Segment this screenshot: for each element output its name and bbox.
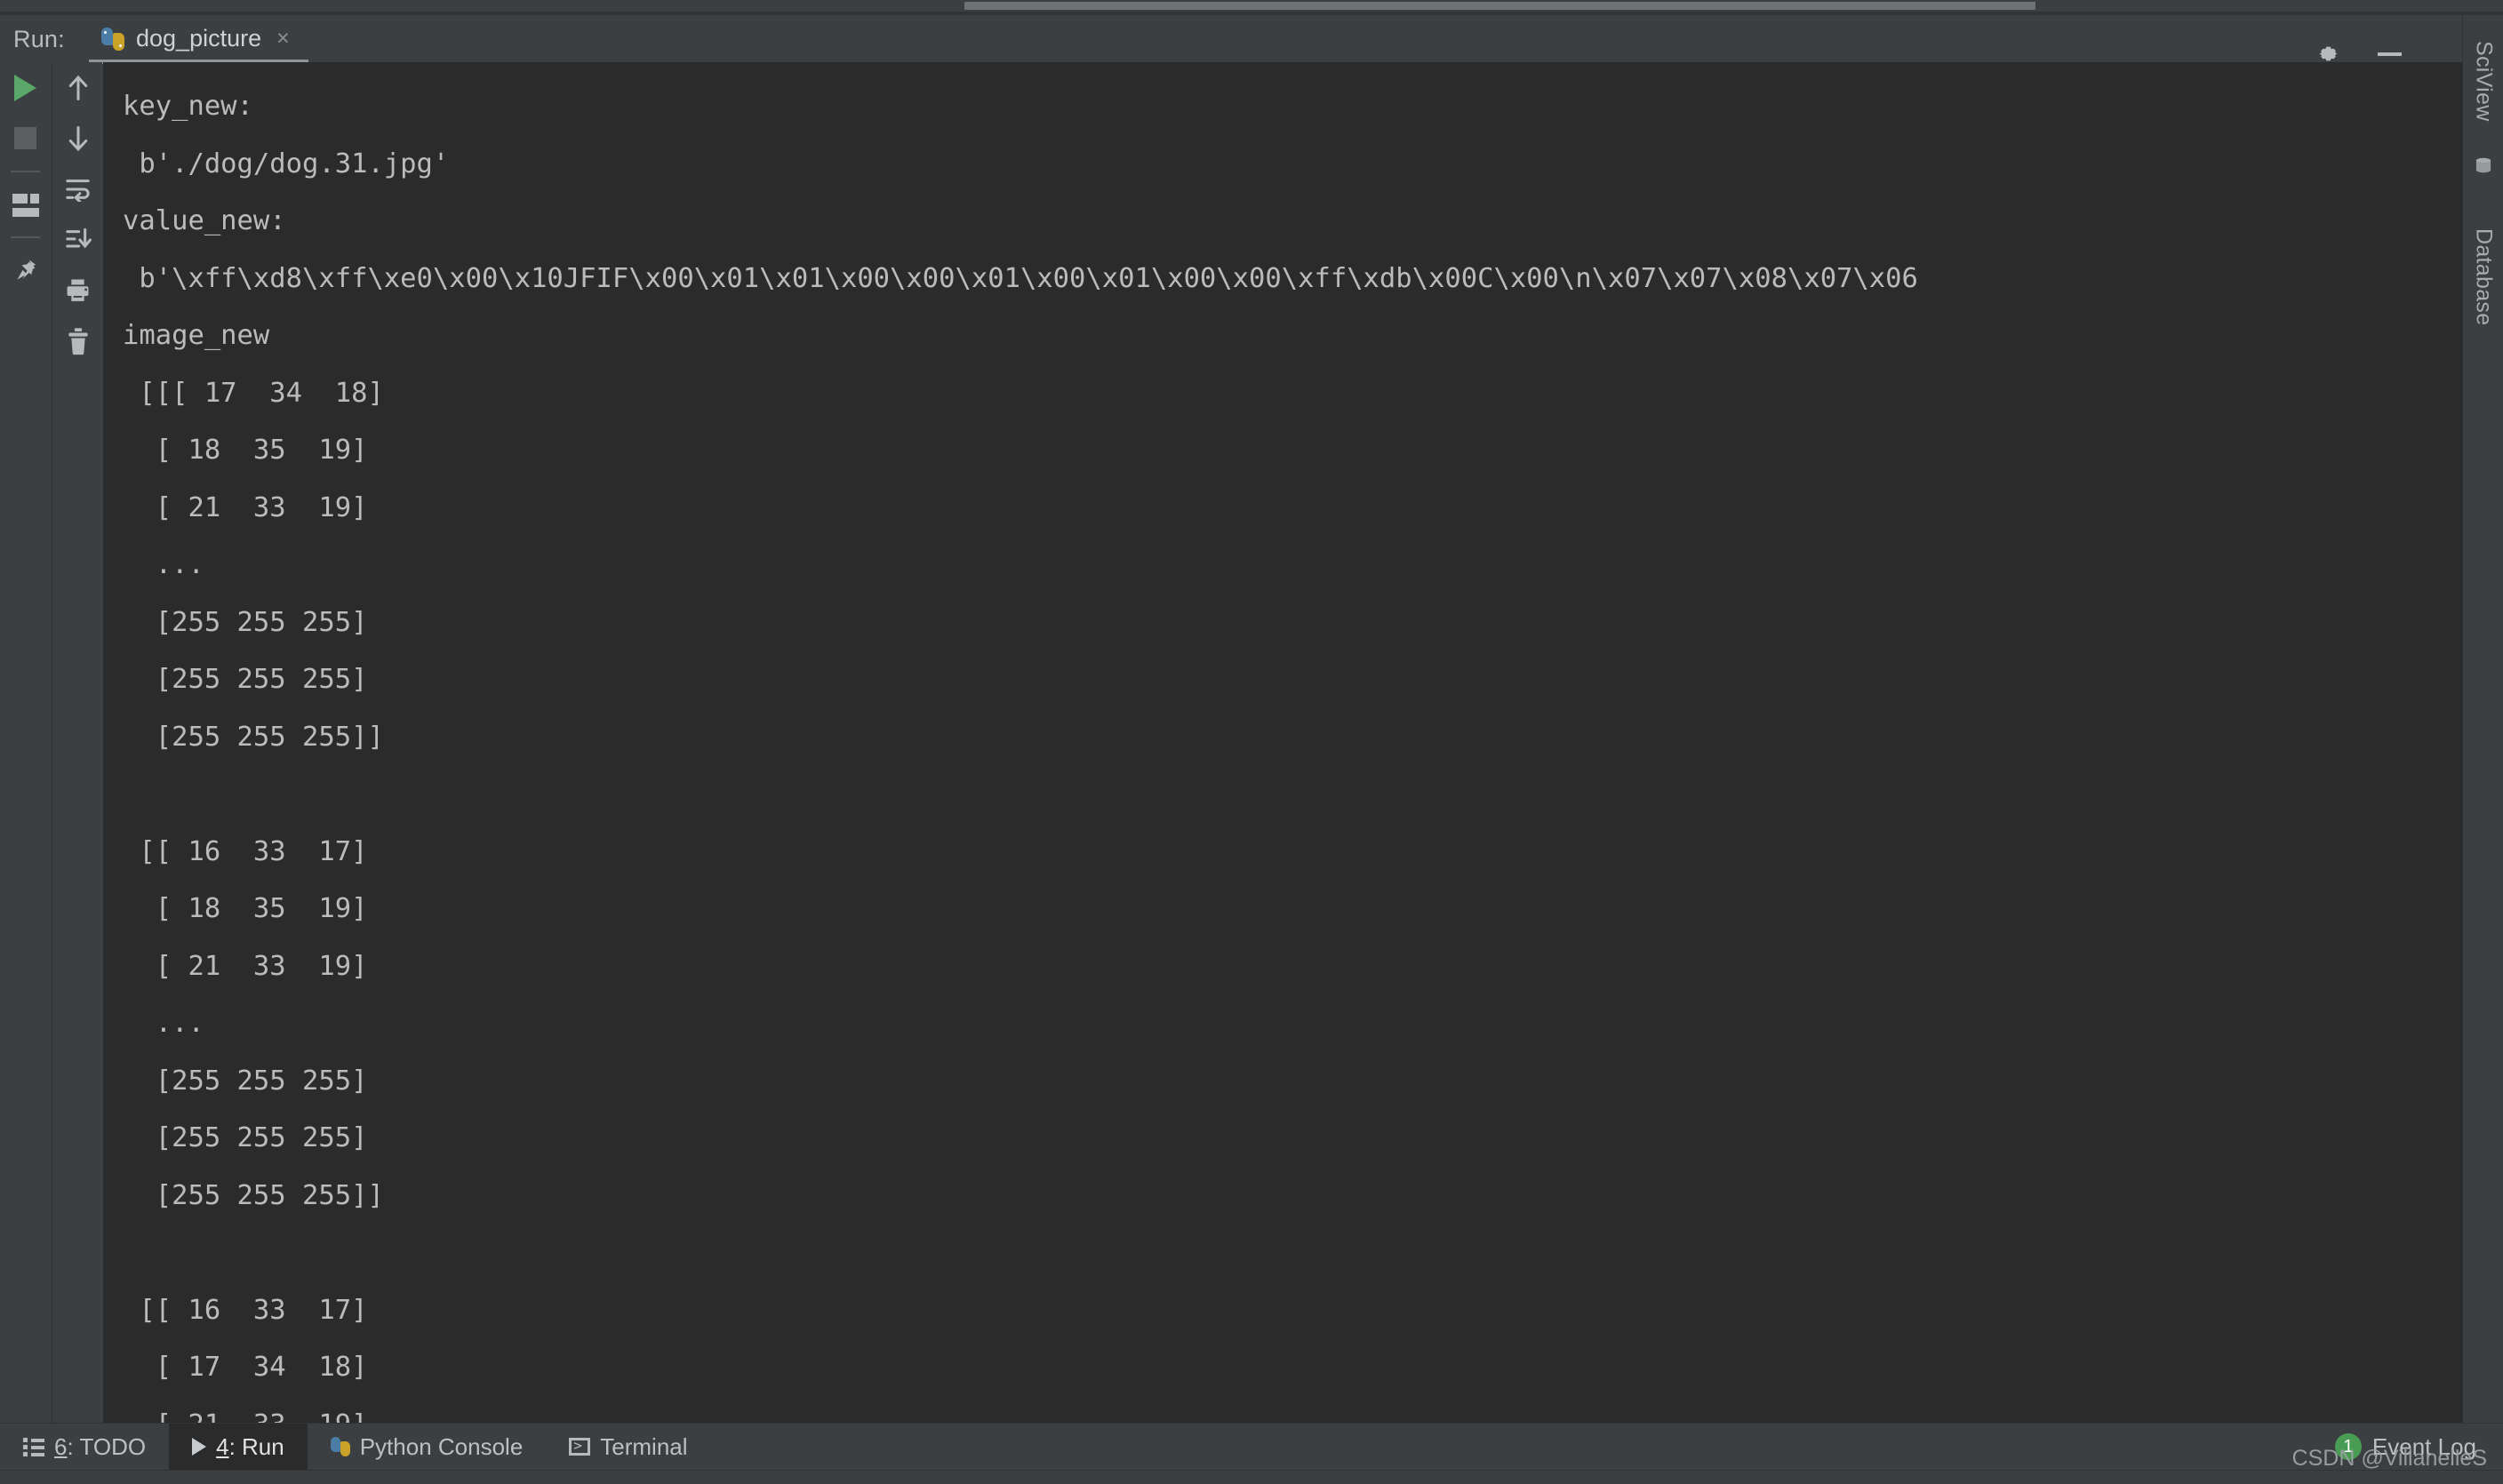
trash-icon [67,327,90,355]
status-item-run[interactable]: 4: Run [169,1423,308,1471]
arrow-down-icon [65,124,92,154]
soft-wrap-button[interactable] [52,164,103,214]
status-item-python-console[interactable]: Python Console [308,1424,547,1471]
scroll-to-end-icon [64,227,92,252]
console-line: [ 21 33 19] [123,491,368,523]
horizontal-scrollbar-thumb[interactable] [964,2,2035,10]
todo-list-icon [23,1438,44,1456]
print-icon [64,277,92,304]
stop-button[interactable] [0,113,51,164]
status-item-todo[interactable]: 6: TODO [0,1424,169,1471]
console-line: [255 255 255] [123,606,368,638]
console-lines: key_new: b'./dog/dog.31.jpg' value_new: b… [123,78,2462,1423]
console-line: key_new: [123,91,253,122]
run-console-output[interactable]: key_new: b'./dog/dog.31.jpg' value_new: b… [103,62,2462,1423]
console-line: [ 21 33 19] [123,950,368,982]
soft-wrap-icon [64,177,92,203]
console-line: [ 18 35 19] [123,435,368,466]
console-line: ... [123,1008,204,1039]
pycharm-run-window: Run: dog_picture × SciView Database key_… [0,0,2503,1484]
pin-icon [12,258,39,284]
layout-button[interactable] [0,180,51,230]
console-line: [ 17 34 18] [123,1352,368,1383]
scroll-to-end-button[interactable] [52,214,103,265]
console-line: [[ 16 33 17] [123,1294,368,1326]
console-line: [ 18 35 19] [123,893,368,924]
right-tool-strip: SciView Database [2462,15,2503,1423]
console-line: [255 255 255] [123,1122,368,1153]
console-line: [[ 16 33 17] [123,835,368,867]
status-item-terminal[interactable]: Terminal [546,1424,710,1471]
run-tab-label: dog_picture [136,25,262,52]
status-item-todo-label: 6: TODO [54,1432,147,1460]
top-scrollbar-strip [0,0,2503,12]
horizontal-scrollbar-track[interactable] [0,0,2462,12]
status-bar-right: 1 Event Log [2334,1433,2503,1461]
status-item-run-label: 4: Run [216,1432,284,1460]
minimize-icon[interactable] [2378,52,2402,56]
run-toolbar-secondary [52,62,102,1423]
tool-tab-database[interactable]: Database [2463,180,2503,375]
console-line: b'\xff\xd8\xff\xe0\x00\x10JFIF\x00\x01\x… [123,262,1918,294]
clear-all-button[interactable] [52,315,103,366]
console-line: [255 255 255] [123,1065,368,1097]
tool-tab-sciview[interactable]: SciView [2463,10,2503,152]
arrow-up-icon [65,73,92,103]
console-line: [255 255 255]] [123,1179,384,1211]
pin-tab-button[interactable] [0,245,51,296]
print-button[interactable] [52,265,103,315]
console-line: [255 255 255]] [123,721,384,753]
python-file-icon [101,27,124,51]
toolbar-separator [11,236,40,238]
window-bottom-edge [0,1470,2503,1484]
console-line: [ 21 33 19] [123,1397,2462,1424]
event-log-button[interactable]: Event Log [2372,1433,2476,1461]
run-tab-dog-picture[interactable]: dog_picture × [89,15,304,62]
toolbar-separator [11,171,40,172]
console-line: [[[ 17 34 18] [123,377,384,409]
console-line: value_new: [123,205,286,236]
run-toolbar-primary [0,62,51,1423]
run-toolwindow-header: Run: dog_picture × [0,15,2462,64]
database-icon [2474,157,2493,173]
up-button[interactable] [52,62,103,113]
down-button[interactable] [52,113,103,164]
play-icon [192,1438,207,1456]
console-line: image_new [123,320,270,351]
console-line: b'./dog/dog.31.jpg' [123,148,450,180]
python-icon [330,1437,350,1456]
console-line: ... [123,549,204,580]
layout-icon [12,193,39,217]
status-bar: 6: TODO 4: Run Python Console Terminal 1… [0,1423,2503,1471]
stop-icon [14,127,36,149]
play-icon [14,74,36,101]
status-item-terminal-label: Terminal [600,1432,688,1460]
run-label: Run: [13,26,65,52]
close-icon[interactable]: × [276,26,290,52]
rerun-button[interactable] [0,62,51,113]
status-item-python-console-label: Python Console [359,1432,524,1460]
event-log-badge: 1 [2334,1433,2362,1460]
console-line: [255 255 255] [123,664,368,695]
terminal-icon [569,1437,591,1456]
